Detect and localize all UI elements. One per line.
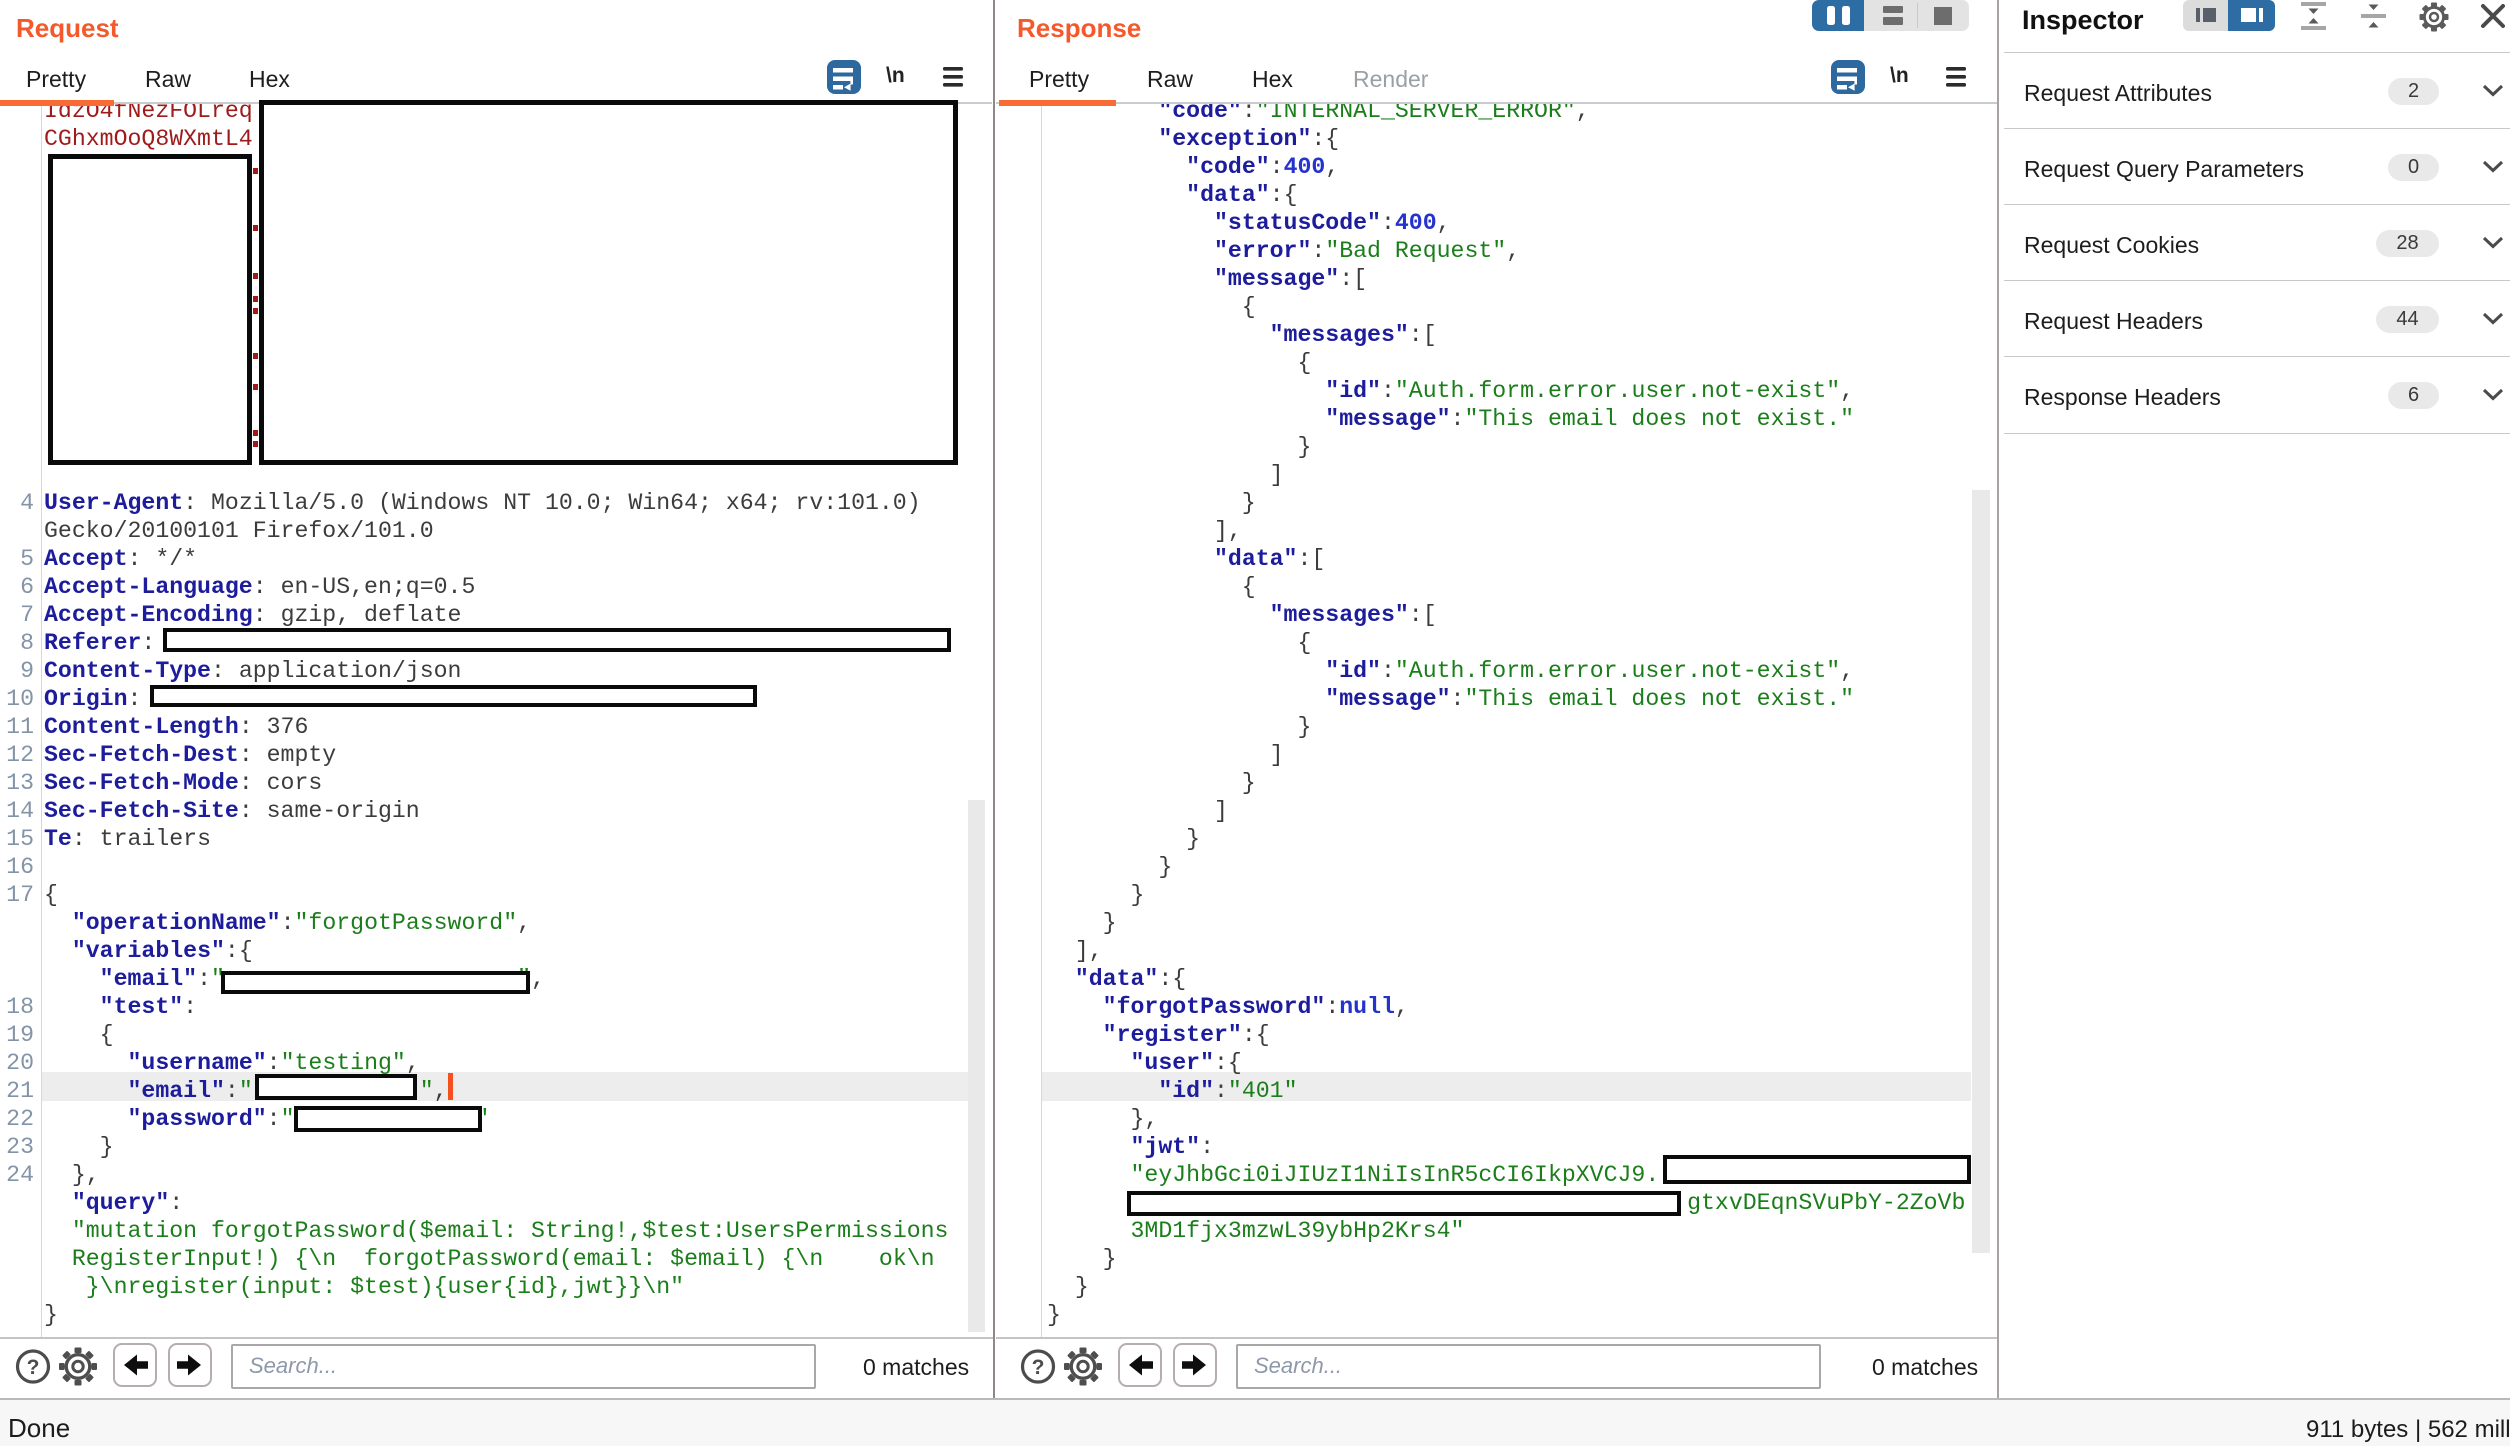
svg-text:?: ? [1032, 1356, 1045, 1379]
svg-text:?: ? [27, 1356, 40, 1379]
